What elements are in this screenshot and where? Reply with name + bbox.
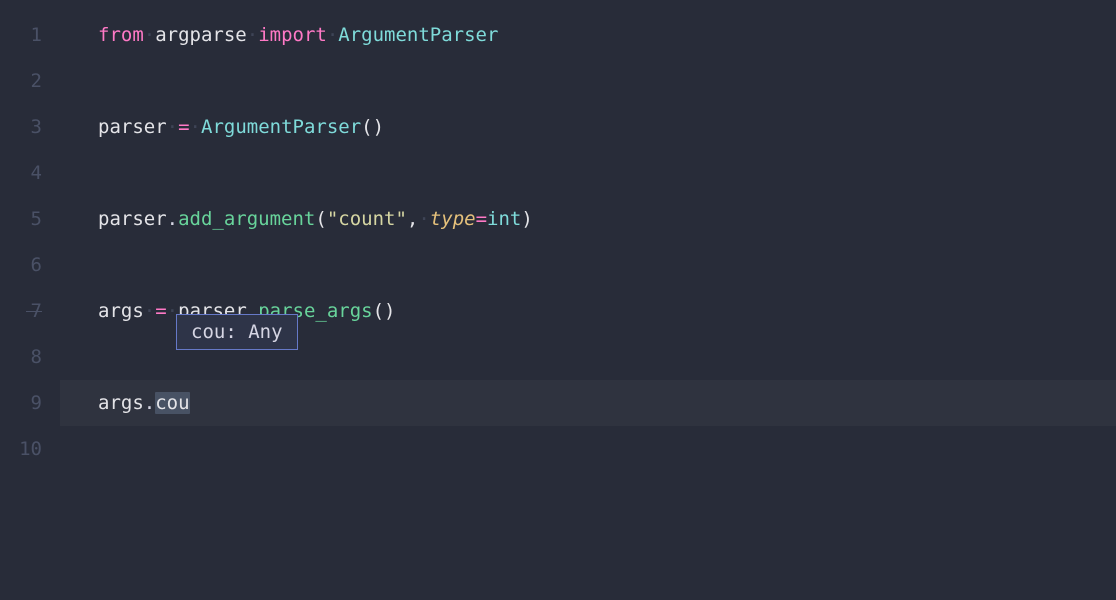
class-name: ArgumentParser <box>201 116 361 138</box>
line-number: 2 <box>0 58 42 104</box>
dot-operator: . <box>144 392 155 414</box>
code-line[interactable] <box>60 58 1116 104</box>
code-line-active[interactable]: args.cou <box>60 380 1116 426</box>
line-number-gutter: 1 2 3 4 5 6 7 8 9 10 <box>0 0 60 600</box>
paren-close: ) <box>521 208 532 230</box>
partial-input: cou <box>155 392 189 414</box>
code-line[interactable] <box>60 242 1116 288</box>
method-call: add_argument <box>178 208 315 230</box>
paren-open: ( <box>315 208 326 230</box>
line-number: 6 <box>0 242 42 288</box>
class-name: ArgumentParser <box>338 24 498 46</box>
comma: , <box>407 208 418 230</box>
parameter-name: type <box>430 208 476 230</box>
line-number: 8 <box>0 334 42 380</box>
operator: = <box>155 300 166 322</box>
line-number: 4 <box>0 150 42 196</box>
module-name: argparse <box>155 24 247 46</box>
variable: parser <box>98 208 167 230</box>
code-line[interactable] <box>60 426 1116 472</box>
code-line[interactable]: from·argparse·import·ArgumentParser <box>60 12 1116 58</box>
code-line[interactable] <box>60 150 1116 196</box>
line-number: 3 <box>0 104 42 150</box>
operator: = <box>476 208 487 230</box>
line-number: 5 <box>0 196 42 242</box>
line-number: 7 <box>0 288 42 334</box>
code-line[interactable]: parser·=·ArgumentParser() <box>60 104 1116 150</box>
parentheses: () <box>361 116 384 138</box>
code-line[interactable]: parser.add_argument("count",·type=int) <box>60 196 1116 242</box>
completion-item[interactable]: cou: Any <box>191 321 283 343</box>
operator: = <box>178 116 189 138</box>
code-editor[interactable]: 1 2 3 4 5 6 7 8 9 10 from·argparse·impor… <box>0 0 1116 600</box>
line-number: 1 <box>0 12 42 58</box>
dot-operator: . <box>167 208 178 230</box>
string-literal: "count" <box>327 208 407 230</box>
keyword-from: from <box>98 24 144 46</box>
keyword-import: import <box>258 24 327 46</box>
code-content[interactable]: from·argparse·import·ArgumentParser pars… <box>60 0 1116 600</box>
variable: args <box>98 300 144 322</box>
type-name: int <box>487 208 521 230</box>
parentheses: () <box>373 300 396 322</box>
line-number: 9 <box>0 380 42 426</box>
line-number: 10 <box>0 426 42 472</box>
variable: parser <box>98 116 167 138</box>
variable: args <box>98 392 144 414</box>
autocomplete-popup[interactable]: cou: Any <box>176 314 298 350</box>
